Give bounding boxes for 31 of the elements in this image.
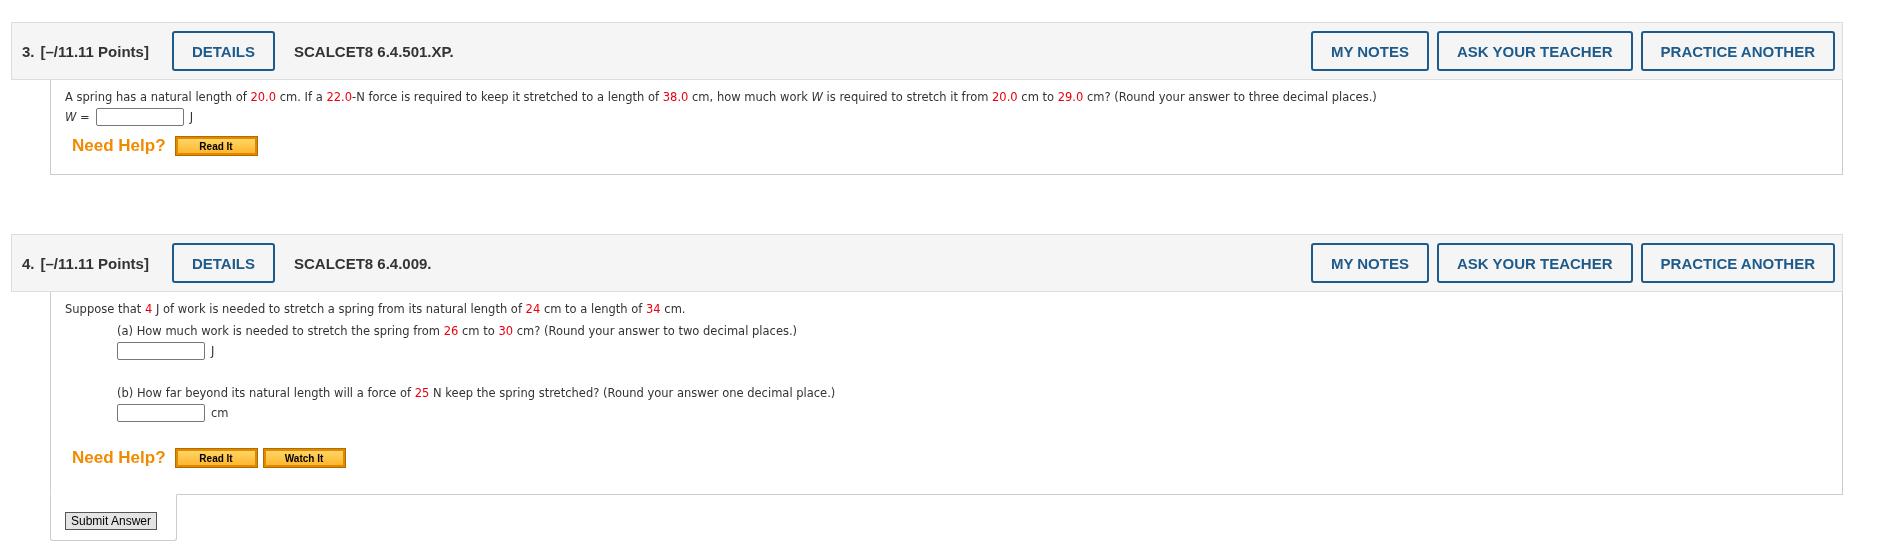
details-button[interactable]: DETAILS — [171, 31, 275, 71]
question-text: Suppose that 4 J of work is needed to stretch a spring from its natural length of 24 cm to a length of 34 cm. — [65, 302, 687, 316]
question-text: A spring has a natural length of 20.0 cm. If a 22.0-N force is required to keep it stretched to a length of 38.0 cm, how much work W is required to stretch it from 20.0 cm to 29.0 cm? (Round your answer to three decimal places.) — [65, 90, 1378, 104]
need-help-label: Need Help? — [72, 136, 166, 156]
question-number: 4. — [22, 254, 35, 272]
unit-label: cm — [211, 406, 229, 420]
header-action-button[interactable]: MY NOTES — [1310, 243, 1429, 283]
help-button[interactable]: Read It — [175, 449, 257, 467]
help-button[interactable]: Watch It — [263, 449, 345, 467]
answer-field[interactable] — [117, 342, 205, 360]
submit-answer-button[interactable]: Submit Answer — [65, 512, 158, 530]
header-action-button[interactable]: PRACTICE ANOTHER — [1640, 243, 1835, 283]
points-label: [–/11.11 Points] — [40, 254, 149, 272]
points-label: [–/11.11 Points] — [40, 42, 149, 60]
header-action-button[interactable]: ASK YOUR TEACHER — [1436, 31, 1633, 71]
question-code: SCALCET8 6.4.009. — [293, 254, 432, 272]
answer-label: W = — [65, 110, 90, 124]
answer-field[interactable] — [95, 108, 184, 126]
details-button[interactable]: DETAILS — [171, 243, 275, 283]
part-question-text: (b) How far beyond its natural length will a force of 25 N keep the spring stretched? (Round your answer one decimal place.) — [117, 386, 837, 400]
help-button[interactable]: Read It — [175, 137, 257, 155]
answer-field[interactable] — [117, 404, 205, 422]
question-code: SCALCET8 6.4.501.XP. — [293, 42, 454, 60]
header-action-button[interactable]: PRACTICE ANOTHER — [1640, 31, 1835, 71]
unit-label: J — [211, 344, 215, 358]
need-help-label: Need Help? — [72, 448, 166, 468]
header-action-button[interactable]: ASK YOUR TEACHER — [1436, 243, 1633, 283]
unit-label: J — [189, 110, 194, 124]
part-question-text: (a) How much work is needed to stretch the spring from 26 cm to 30 cm? (Round your answer to two decimal places.) — [117, 324, 799, 338]
question-number: 3. — [22, 42, 35, 60]
header-action-button[interactable]: MY NOTES — [1310, 31, 1429, 71]
